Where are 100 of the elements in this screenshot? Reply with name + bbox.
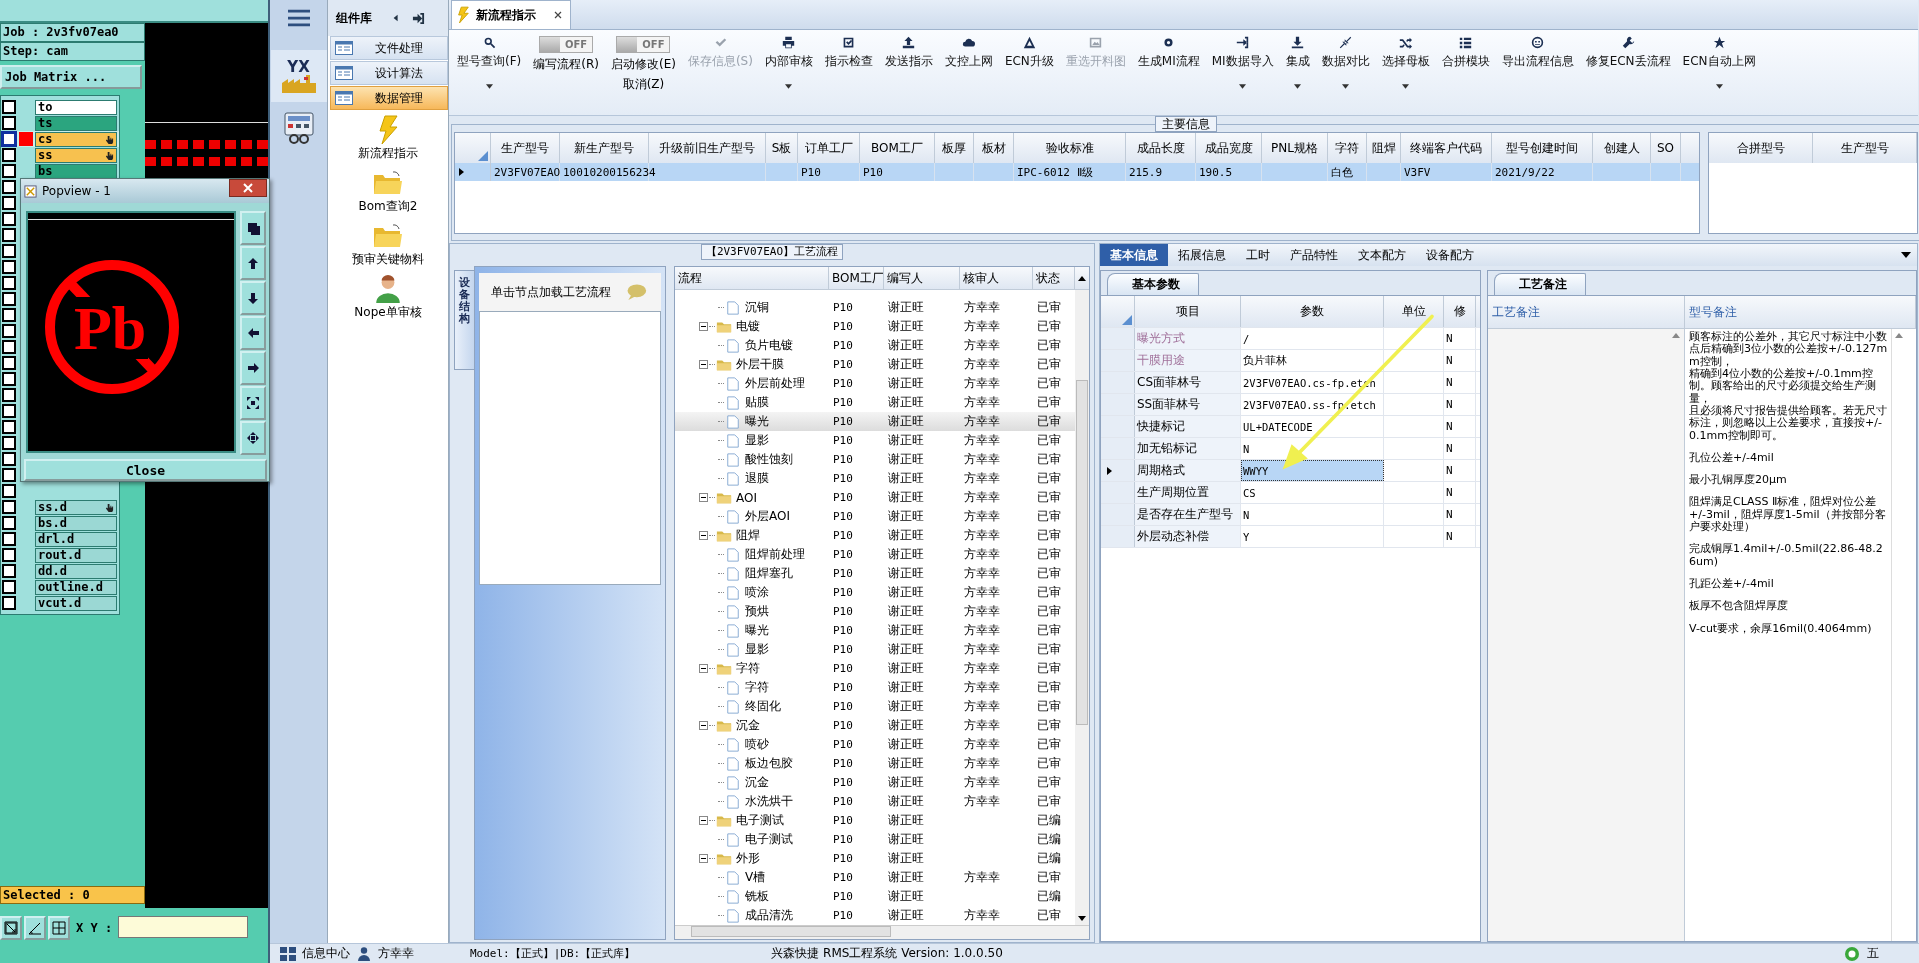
toolbar-button[interactable]: 选择母板 xyxy=(1375,34,1436,91)
toolbar-button[interactable]: 生成MI流程 xyxy=(1131,34,1206,72)
factory-logo-button[interactable]: YX xyxy=(270,50,327,102)
view-tool-button[interactable] xyxy=(240,211,266,245)
layer-name[interactable]: rout.d xyxy=(35,547,117,563)
layer-checkbox[interactable] xyxy=(2,452,16,467)
scrollbar[interactable] xyxy=(1075,290,1089,925)
process-row[interactable]: 阻焊前处理 P10 谢正旺 方幸幸 已审 xyxy=(675,545,1075,564)
input-method-label[interactable]: 五 xyxy=(1867,945,1879,962)
layer-checkbox[interactable] xyxy=(2,548,16,563)
tool-button[interactable] xyxy=(24,916,46,941)
user-icon[interactable] xyxy=(373,274,403,304)
layer-checkbox[interactable] xyxy=(2,564,16,579)
toolbar-button[interactable]: 导出流程信息 xyxy=(1495,34,1580,72)
toggle-switch[interactable]: OFF xyxy=(539,36,594,53)
layer-checkbox[interactable] xyxy=(2,340,16,355)
process-row[interactable]: 显影 P10 谢正旺 方幸幸 已审 xyxy=(675,431,1075,450)
tab[interactable]: 基本信息 xyxy=(1100,244,1168,266)
collapse-icon[interactable] xyxy=(392,13,400,23)
view-tool-button[interactable] xyxy=(240,246,266,280)
layer-row[interactable]: vcut.d xyxy=(1,595,119,612)
parameter-row[interactable]: 是否存在生产型号 N N xyxy=(1101,504,1480,526)
side-tab[interactable]: 设备结构 xyxy=(454,270,474,370)
column-header[interactable]: 编写人 xyxy=(884,267,960,289)
layer-checkbox[interactable] xyxy=(2,404,16,419)
toolbar-button[interactable]: 合拼模块 xyxy=(1435,34,1496,72)
view-tool-button[interactable] xyxy=(240,421,266,455)
section-tab[interactable]: 工艺备注 xyxy=(1494,273,1586,295)
layer-checkbox[interactable] xyxy=(2,164,16,179)
horizontal-scrollbar[interactable] xyxy=(675,925,1089,939)
tool-button[interactable] xyxy=(0,916,22,941)
layer-checkbox[interactable] xyxy=(2,132,16,147)
menu-icon[interactable] xyxy=(287,8,310,28)
process-row[interactable]: V槽 P10 谢正旺 方幸幸 已审 xyxy=(675,868,1075,887)
process-row[interactable]: 阻焊塞孔 P10 谢正旺 方幸幸 已审 xyxy=(675,564,1075,583)
layer-name[interactable]: bs xyxy=(35,163,117,179)
column-header[interactable]: BOM工厂 xyxy=(829,267,884,289)
tool-label[interactable]: 新流程指示 xyxy=(358,145,418,162)
layer-checkbox[interactable] xyxy=(2,580,16,595)
layer-name[interactable]: ts xyxy=(35,115,117,131)
toolbar-button[interactable]: 发送指示 xyxy=(878,34,939,72)
process-row[interactable]: 阻焊 P10 谢正旺 方幸幸 已审 xyxy=(675,526,1075,545)
collapse-icon[interactable] xyxy=(699,322,708,331)
collapse-icon[interactable] xyxy=(699,664,708,673)
process-row[interactable]: 喷涂 P10 谢正旺 方幸幸 已审 xyxy=(675,583,1075,602)
collapse-icon[interactable] xyxy=(699,721,708,730)
layer-row[interactable]: cs xyxy=(1,131,119,148)
job-matrix-button[interactable]: Job Matrix ... xyxy=(0,65,142,90)
layer-name[interactable]: bs.d xyxy=(35,515,117,531)
layer-row[interactable]: rout.d xyxy=(1,547,119,564)
toolbar-button[interactable]: 文控上网 xyxy=(938,34,999,72)
process-row[interactable]: 终固化 P10 谢正旺 方幸幸 已审 xyxy=(675,697,1075,716)
tool-button[interactable] xyxy=(48,916,70,941)
grid-icon[interactable] xyxy=(280,946,296,961)
column-header[interactable]: 单位 xyxy=(1384,296,1444,327)
close-icon[interactable] xyxy=(554,11,562,19)
parameter-row[interactable]: 周期格式 WWYY N xyxy=(1101,460,1480,482)
info-center-link[interactable]: 信息中心 xyxy=(302,945,350,962)
process-row[interactable]: 喷砂 P10 谢正旺 方幸幸 已审 xyxy=(675,735,1075,754)
column-header[interactable]: 状态 xyxy=(1033,267,1075,289)
tool-label[interactable]: Nope单审核 xyxy=(354,304,422,321)
layer-row[interactable]: ss xyxy=(1,147,119,164)
process-row[interactable]: 预烘 P10 谢正旺 方幸幸 已审 xyxy=(675,602,1075,621)
layer-row[interactable]: ts xyxy=(1,115,119,132)
process-row[interactable]: 电子测试 P10 谢正旺 已编 xyxy=(675,830,1075,849)
collapse-icon[interactable] xyxy=(699,360,708,369)
toolbar-button[interactable]: 集成 xyxy=(1279,34,1316,91)
process-row[interactable]: 贴膜 P10 谢正旺 方幸幸 已审 xyxy=(675,393,1075,412)
layer-checkbox[interactable] xyxy=(2,260,16,275)
parameter-row[interactable]: 快捷标记 UL+DATECODE N xyxy=(1101,416,1480,438)
process-row[interactable]: 板边包胶 P10 谢正旺 方幸幸 已审 xyxy=(675,754,1075,773)
toolbar-button[interactable]: 内部审核 xyxy=(758,34,819,91)
cancel-link[interactable]: 取消(Z) xyxy=(622,76,665,93)
process-row[interactable]: 曝光 P10 谢正旺 方幸幸 已审 xyxy=(675,412,1075,431)
process-row[interactable]: AOI P10 谢正旺 方幸幸 已审 xyxy=(675,488,1075,507)
tab[interactable]: 拓展信息 xyxy=(1168,244,1236,266)
layer-name[interactable]: ss xyxy=(35,147,117,163)
layer-checkbox[interactable] xyxy=(2,292,16,307)
layer-checkbox[interactable] xyxy=(2,436,16,451)
toolbar-button[interactable]: 指示检查 xyxy=(818,34,879,72)
view-tool-button[interactable] xyxy=(240,281,266,315)
process-row[interactable]: 铣板 P10 谢正旺 已编 xyxy=(675,887,1075,906)
calculator-icon[interactable] xyxy=(283,112,314,144)
layer-row[interactable]: to xyxy=(1,99,119,116)
tab[interactable]: 产品特性 xyxy=(1280,244,1348,266)
process-row[interactable]: 字符 P10 谢正旺 方幸幸 已审 xyxy=(675,659,1075,678)
layer-checkbox[interactable] xyxy=(2,372,16,387)
column-header[interactable]: 工艺备注 xyxy=(1488,296,1685,328)
process-row[interactable]: 水洗烘干 P10 谢正旺 方幸幸 已审 xyxy=(675,792,1075,811)
process-row[interactable]: 电子测试 P10 谢正旺 已编 xyxy=(675,811,1075,830)
process-row[interactable]: 沉铜 P10 谢正旺 方幸幸 已审 xyxy=(675,298,1075,317)
process-row[interactable]: 负片电镀 P10 谢正旺 方幸幸 已审 xyxy=(675,336,1075,355)
collapse-icon[interactable] xyxy=(699,816,708,825)
layer-checkbox[interactable] xyxy=(2,116,16,131)
column-header[interactable]: 生产型号 xyxy=(1813,133,1917,163)
layer-row[interactable]: outline.d xyxy=(1,579,119,596)
category-item[interactable]: 数据管理 xyxy=(330,86,448,110)
process-row[interactable]: 沉金 P10 谢正旺 方幸幸 已审 xyxy=(675,773,1075,792)
layer-checkbox[interactable] xyxy=(2,596,16,611)
layer-checkbox[interactable] xyxy=(2,148,16,163)
